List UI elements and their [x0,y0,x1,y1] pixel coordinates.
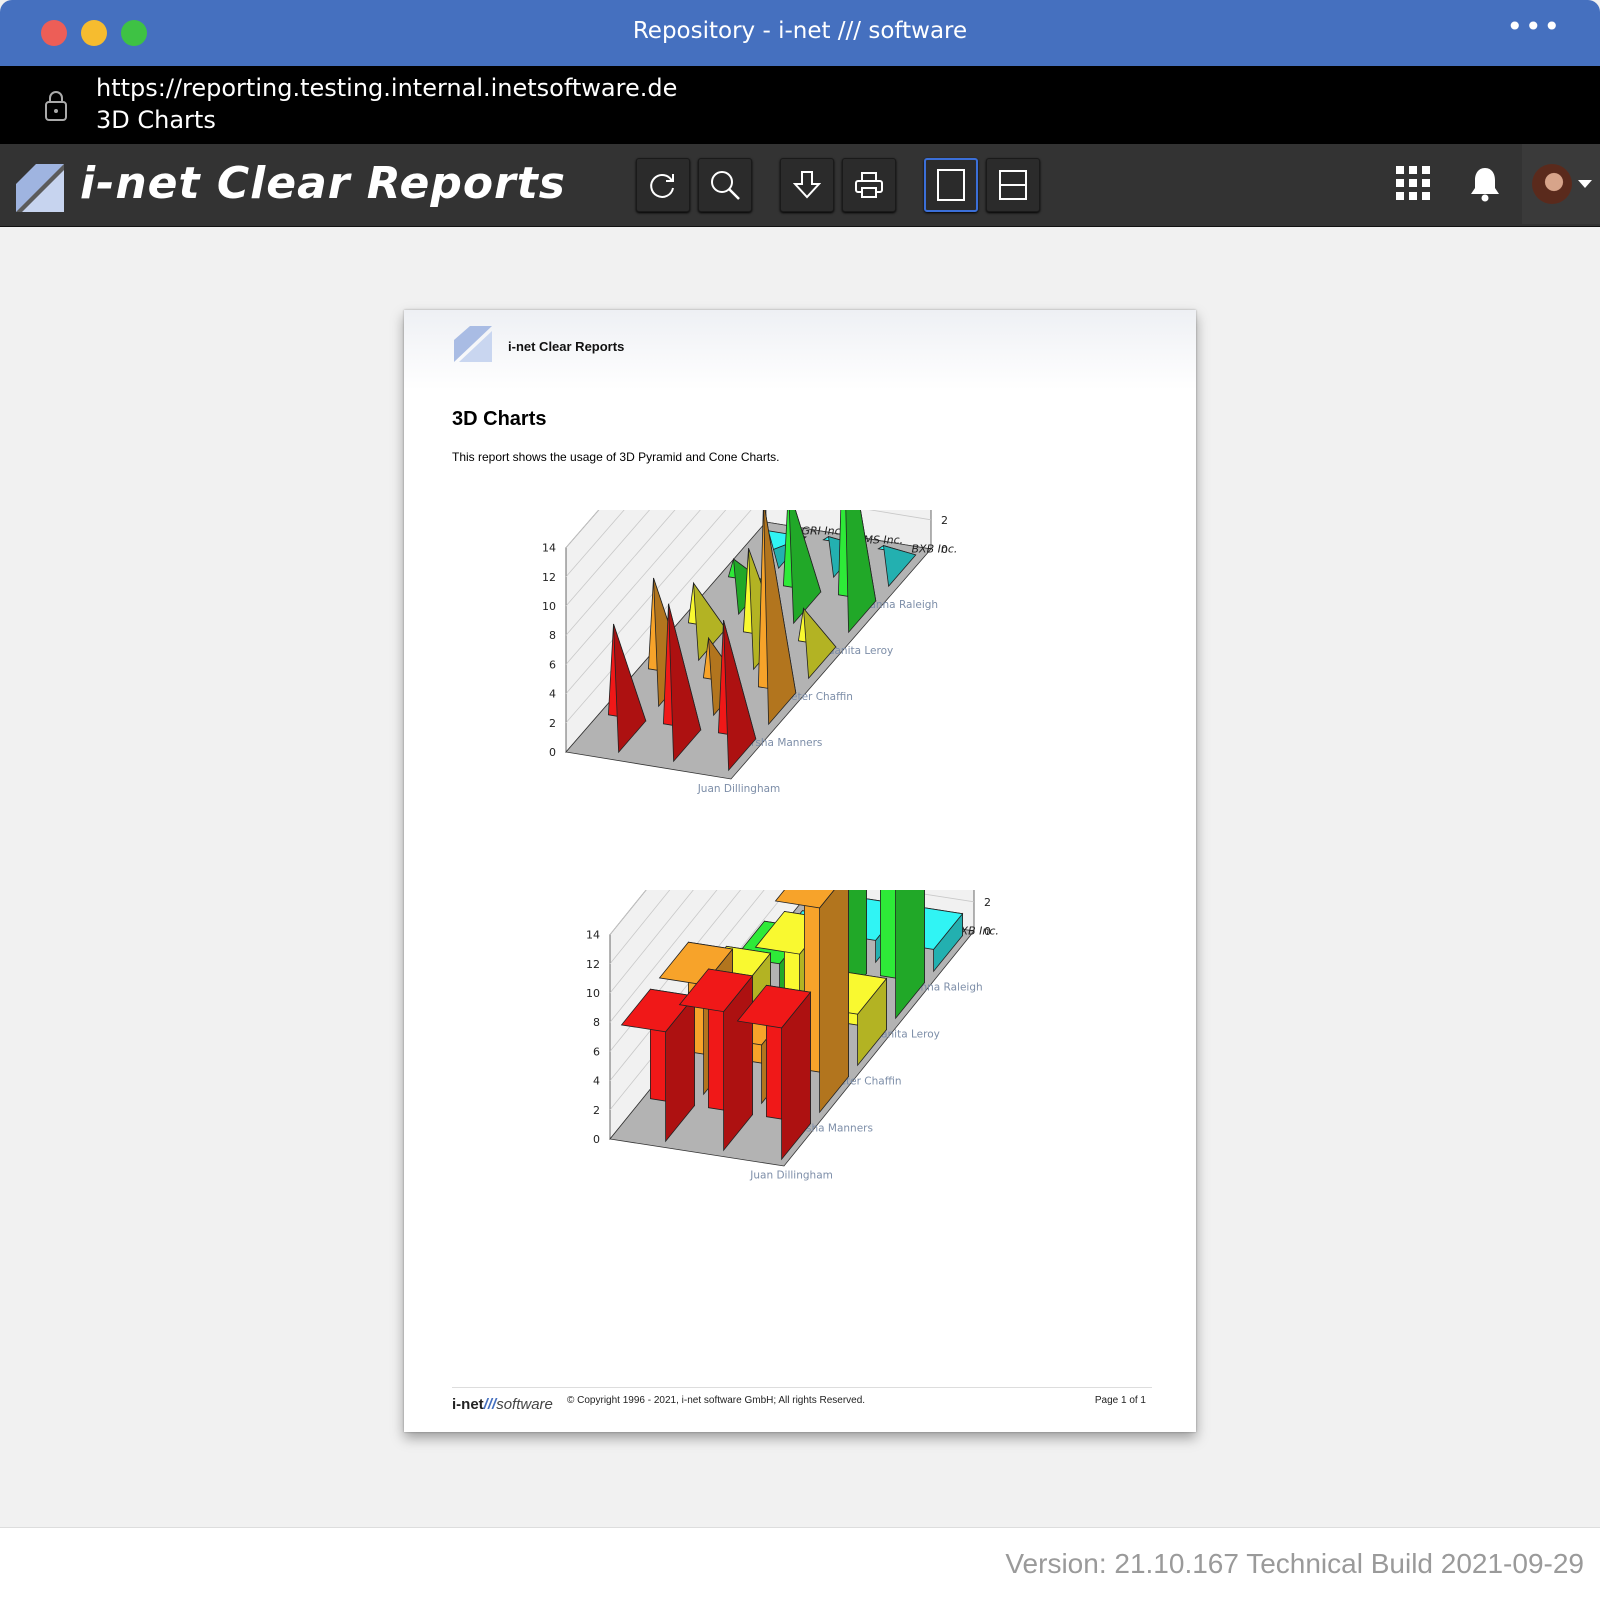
axis-tick-label-left: 10 [542,600,556,613]
url-text[interactable]: https://reporting.testing.internal.inets… [96,74,677,102]
axis-tick-label-left: 10 [586,987,600,1000]
print-button[interactable] [842,158,896,212]
box-chart: 0022446688101012121414Juan DillinghamMar… [586,890,999,1182]
window-title: Repository - i-net /// software [632,18,968,44]
report-title: 3D Charts [452,408,547,430]
refresh-button[interactable] [636,158,690,212]
refresh-icon [650,174,674,198]
axis-tick-label-left: 0 [593,1133,600,1146]
download-icon [793,171,821,199]
single-page-view-button[interactable] [924,158,978,212]
footer-copyright: © Copyright 1996 - 2021, i-net software … [567,1395,866,1406]
print-icon [855,172,883,198]
search-button[interactable] [698,158,752,212]
axis-tick-label-left: 14 [586,929,600,942]
axis-tick-label-left: 6 [593,1045,600,1058]
address-bar: https://reporting.testing.internal.inets… [0,66,1600,144]
single-page-icon [937,169,965,201]
axis-tick-label-left: 12 [586,958,600,971]
status-bar: Version: 21.10.167 Technical Build 2021-… [0,1527,1600,1601]
axis-tick-label-left: 4 [593,1075,600,1088]
category-label: Juan Dillingham [749,1170,833,1182]
chevron-down-icon[interactable] [1578,180,1592,188]
box-face-right [819,890,849,1114]
axis-tick-label-right: 2 [941,514,948,527]
app-name: i-net Clear Reports [80,158,566,209]
axis-tick-label-left: 2 [549,717,556,730]
window-titlebar: Repository - i-net /// software ••• [0,0,1600,66]
axis-tick-label-left: 2 [593,1104,600,1117]
axis-tick-label-left: 8 [549,629,556,642]
axis-tick-label-left: 4 [549,688,556,701]
fit-width-button[interactable] [986,158,1040,212]
axis-tick-label-right: 2 [984,896,991,909]
box-face-right [895,890,925,1020]
avatar[interactable] [1532,164,1572,204]
download-button[interactable] [780,158,834,212]
axis-tick-label-left: 14 [542,542,556,555]
bell-icon[interactable] [1470,166,1500,202]
axis-tick-label-left: 6 [549,658,556,671]
more-horizontal-icon[interactable]: ••• [1506,10,1562,43]
axis-tick-label-left: 0 [549,746,556,759]
version-text: Version: 21.10.167 Technical Build 2021-… [1005,1548,1584,1579]
footer-divider [452,1387,1152,1388]
series-label: GRI Inc. [802,525,845,538]
lock-icon [45,91,67,121]
report-brand: i-net Clear Reports [508,339,625,354]
axis-tick-label-left: 12 [542,571,556,584]
app-logo-icon [16,164,64,212]
fit-width-icon [999,170,1027,200]
pyramid-chart: 0022446688101012121414Juan DillinghamMar… [542,510,958,795]
report-page: i-net Clear Reports 3D Charts This repor… [404,310,1196,1432]
user-menu[interactable] [1522,144,1600,224]
report-logo-icon [454,326,492,362]
axis-tick-label-left: 8 [593,1016,600,1029]
app-toolbar: i-net Clear Reports [0,144,1600,227]
apps-grid-icon[interactable] [1396,166,1430,200]
search-icon [711,171,740,200]
footer-page-number: Page 1 of 1 [1094,1395,1146,1406]
page-title-text: 3D Charts [96,106,216,134]
report-description: This report shows the usage of 3D Pyrami… [452,450,780,464]
footer-brand-logo: i-net///software [452,1396,553,1413]
category-label: Juan Dillingham [697,783,781,795]
series-label: BXB Inc. [912,543,958,556]
